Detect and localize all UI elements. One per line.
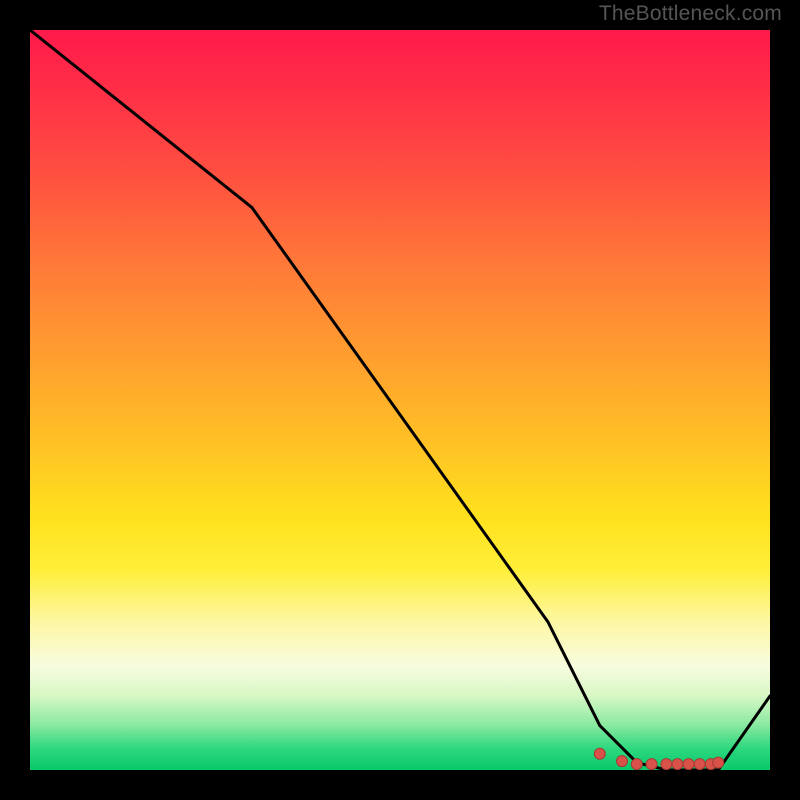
data-marker: [713, 757, 724, 768]
data-marker: [631, 759, 642, 770]
data-marker: [672, 759, 683, 770]
data-marker: [617, 756, 628, 767]
chart-overlay: [30, 30, 770, 770]
data-marker: [661, 759, 672, 770]
data-marker: [646, 759, 657, 770]
data-marker: [594, 748, 605, 759]
data-line: [30, 30, 770, 770]
chart-frame: TheBottleneck.com: [0, 0, 800, 800]
attribution-label: TheBottleneck.com: [599, 2, 782, 26]
data-marker: [683, 759, 694, 770]
data-markers: [594, 748, 723, 769]
data-marker: [694, 759, 705, 770]
plot-area: [30, 30, 770, 770]
